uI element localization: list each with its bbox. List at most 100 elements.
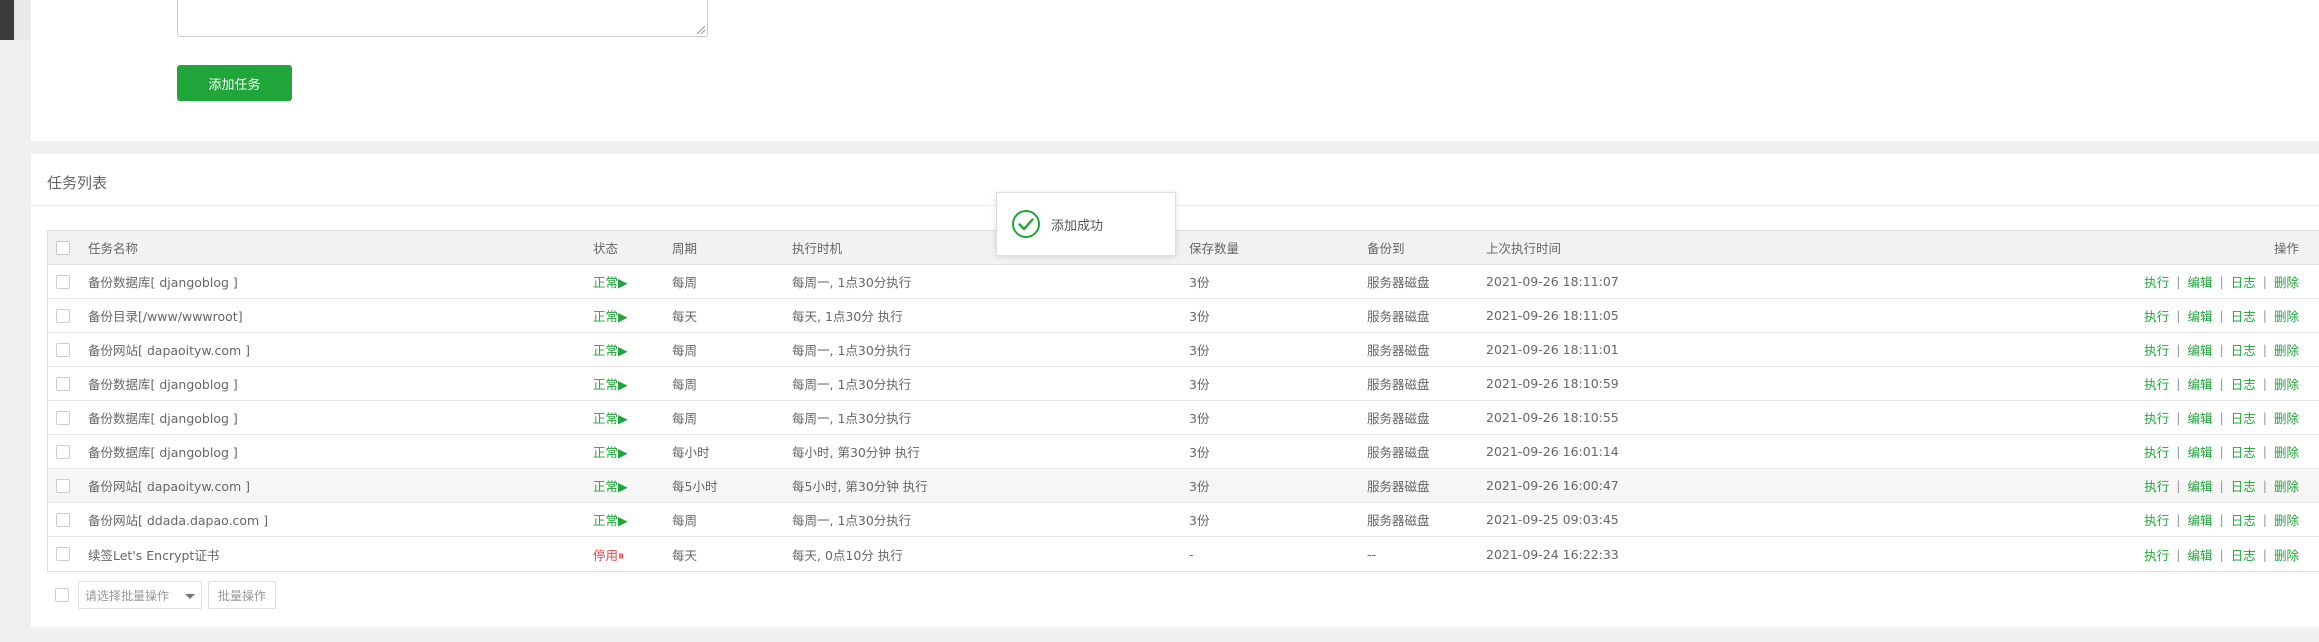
status-badge[interactable]: 正常▶ [593, 401, 628, 434]
task-last-run: 2021-09-26 16:00:47 [1486, 478, 1619, 493]
delete-link[interactable]: 删除 [2274, 442, 2299, 461]
status-badge[interactable]: 正常▶ [593, 435, 628, 468]
separator: | [2219, 478, 2224, 493]
log-link[interactable]: 日志 [2231, 510, 2256, 529]
task-name: 备份数据库[ djangoblog ] [88, 445, 238, 460]
delete-link[interactable]: 删除 [2274, 306, 2299, 325]
separator: | [2262, 410, 2267, 425]
batch-select[interactable]: 请选择批量操作 [78, 581, 202, 609]
task-name: 备份网站[ dapaoityw.com ] [88, 479, 251, 494]
run-link[interactable]: 执行 [2144, 374, 2169, 393]
table-row: 备份数据库[ djangoblog ] 正常▶ 每周 每周一, 1点30分执行 3份 服务… [48, 401, 2319, 435]
edit-link[interactable]: 编辑 [2188, 408, 2213, 427]
separator: | [2262, 546, 2267, 562]
log-link[interactable]: 日志 [2231, 476, 2256, 495]
separator: | [2262, 478, 2267, 493]
row-actions: 执行 | 编辑 | 日志 | 删除 [2144, 299, 2299, 332]
run-link[interactable]: 执行 [2144, 476, 2169, 495]
edit-link[interactable]: 编辑 [2188, 306, 2213, 325]
task-last-run: 2021-09-24 16:22:33 [1486, 546, 1619, 562]
edit-link[interactable]: 编辑 [2188, 442, 2213, 461]
delete-link[interactable]: 删除 [2274, 272, 2299, 291]
separator: | [2176, 376, 2181, 391]
status-badge[interactable]: 正常▶ [593, 265, 628, 298]
table-row: 备份数据库[ djangoblog ] 正常▶ 每周 每周一, 1点30分执行 3份 服务… [48, 265, 2319, 299]
table-row: 续签Let's Encrypt证书 停用⏸ 每天 每天, 0点10分 执行 - -- 202… [48, 537, 2319, 571]
row-checkbox[interactable] [56, 342, 70, 357]
edit-link[interactable]: 编辑 [2188, 510, 2213, 529]
table-row: 备份网站[ ddada.dapao.com ] 正常▶ 每周 每周一, 1点30分执行… [48, 503, 2319, 537]
separator: | [2219, 410, 2224, 425]
row-checkbox[interactable] [56, 444, 70, 459]
task-last-run: 2021-09-26 16:01:14 [1486, 444, 1619, 459]
delete-link[interactable]: 删除 [2274, 510, 2299, 529]
task-exec-time: 每周一, 1点30分执行 [792, 513, 912, 528]
script-textarea[interactable] [177, 0, 708, 37]
task-backup-to: 服务器磁盘 [1367, 411, 1430, 426]
task-backup-to: 服务器磁盘 [1367, 343, 1430, 358]
batch-checkbox[interactable] [55, 588, 69, 602]
log-link[interactable]: 日志 [2231, 408, 2256, 427]
delete-link[interactable]: 删除 [2274, 374, 2299, 393]
row-checkbox[interactable] [56, 308, 70, 323]
delete-link[interactable]: 删除 [2274, 340, 2299, 359]
delete-link[interactable]: 删除 [2274, 476, 2299, 495]
add-task-button[interactable]: 添加任务 [177, 65, 292, 101]
row-checkbox[interactable] [56, 512, 70, 527]
log-link[interactable]: 日志 [2231, 545, 2256, 564]
row-checkbox[interactable] [56, 376, 70, 391]
task-name: 备份目录[/www/wwwroot] [88, 309, 243, 324]
task-cycle: 每周 [672, 343, 698, 358]
status-badge[interactable]: 正常▶ [593, 299, 628, 332]
resize-grip-icon[interactable] [697, 26, 705, 34]
task-last-run: 2021-09-26 18:11:05 [1486, 308, 1619, 323]
delete-link[interactable]: 删除 [2274, 545, 2299, 564]
task-last-run: 2021-09-26 18:10:55 [1486, 410, 1619, 425]
task-exec-time: 每小时, 第30分钟 执行 [792, 445, 920, 460]
edit-link[interactable]: 编辑 [2188, 272, 2213, 291]
row-checkbox[interactable] [56, 410, 70, 425]
edit-link[interactable]: 编辑 [2188, 374, 2213, 393]
status-badge[interactable]: 正常▶ [593, 367, 628, 400]
row-checkbox[interactable] [56, 274, 70, 289]
log-link[interactable]: 日志 [2231, 442, 2256, 461]
separator: | [2219, 274, 2224, 289]
edit-link[interactable]: 编辑 [2188, 340, 2213, 359]
header-name: 任务名称 [88, 241, 139, 256]
run-link[interactable]: 执行 [2144, 545, 2169, 564]
header-last-run: 上次执行时间 [1486, 241, 1562, 256]
run-link[interactable]: 执行 [2144, 272, 2169, 291]
run-link[interactable]: 执行 [2144, 408, 2169, 427]
row-checkbox[interactable] [56, 547, 70, 561]
task-backup-to: 服务器磁盘 [1367, 513, 1430, 528]
row-checkbox[interactable] [56, 478, 70, 493]
run-link[interactable]: 执行 [2144, 510, 2169, 529]
status-badge[interactable]: 正常▶ [593, 469, 628, 502]
log-link[interactable]: 日志 [2231, 374, 2256, 393]
select-all-checkbox[interactable] [56, 240, 70, 255]
separator: | [2176, 274, 2181, 289]
status-badge[interactable]: 停用⏸ [593, 537, 624, 571]
status-badge[interactable]: 正常▶ [593, 503, 628, 536]
task-keep: - [1189, 546, 1194, 562]
row-actions: 执行 | 编辑 | 日志 | 删除 [2144, 333, 2299, 366]
log-link[interactable]: 日志 [2231, 306, 2256, 325]
table-row: 备份数据库[ djangoblog ] 正常▶ 每周 每周一, 1点30分执行 3份 服务… [48, 367, 2319, 401]
task-cycle: 每周 [672, 513, 698, 528]
status-badge[interactable]: 正常▶ [593, 333, 628, 366]
run-link[interactable]: 执行 [2144, 306, 2169, 325]
task-keep: 3份 [1189, 479, 1210, 494]
separator: | [2219, 546, 2224, 562]
batch-button[interactable]: 批量操作 [208, 581, 276, 609]
run-link[interactable]: 执行 [2144, 442, 2169, 461]
log-link[interactable]: 日志 [2231, 272, 2256, 291]
delete-link[interactable]: 删除 [2274, 408, 2299, 427]
edit-link[interactable]: 编辑 [2188, 545, 2213, 564]
task-last-run: 2021-09-25 09:03:45 [1486, 512, 1619, 527]
edit-link[interactable]: 编辑 [2188, 476, 2213, 495]
chevron-down-icon [185, 594, 195, 599]
run-link[interactable]: 执行 [2144, 340, 2169, 359]
separator: | [2262, 444, 2267, 459]
task-keep: 3份 [1189, 275, 1210, 290]
log-link[interactable]: 日志 [2231, 340, 2256, 359]
